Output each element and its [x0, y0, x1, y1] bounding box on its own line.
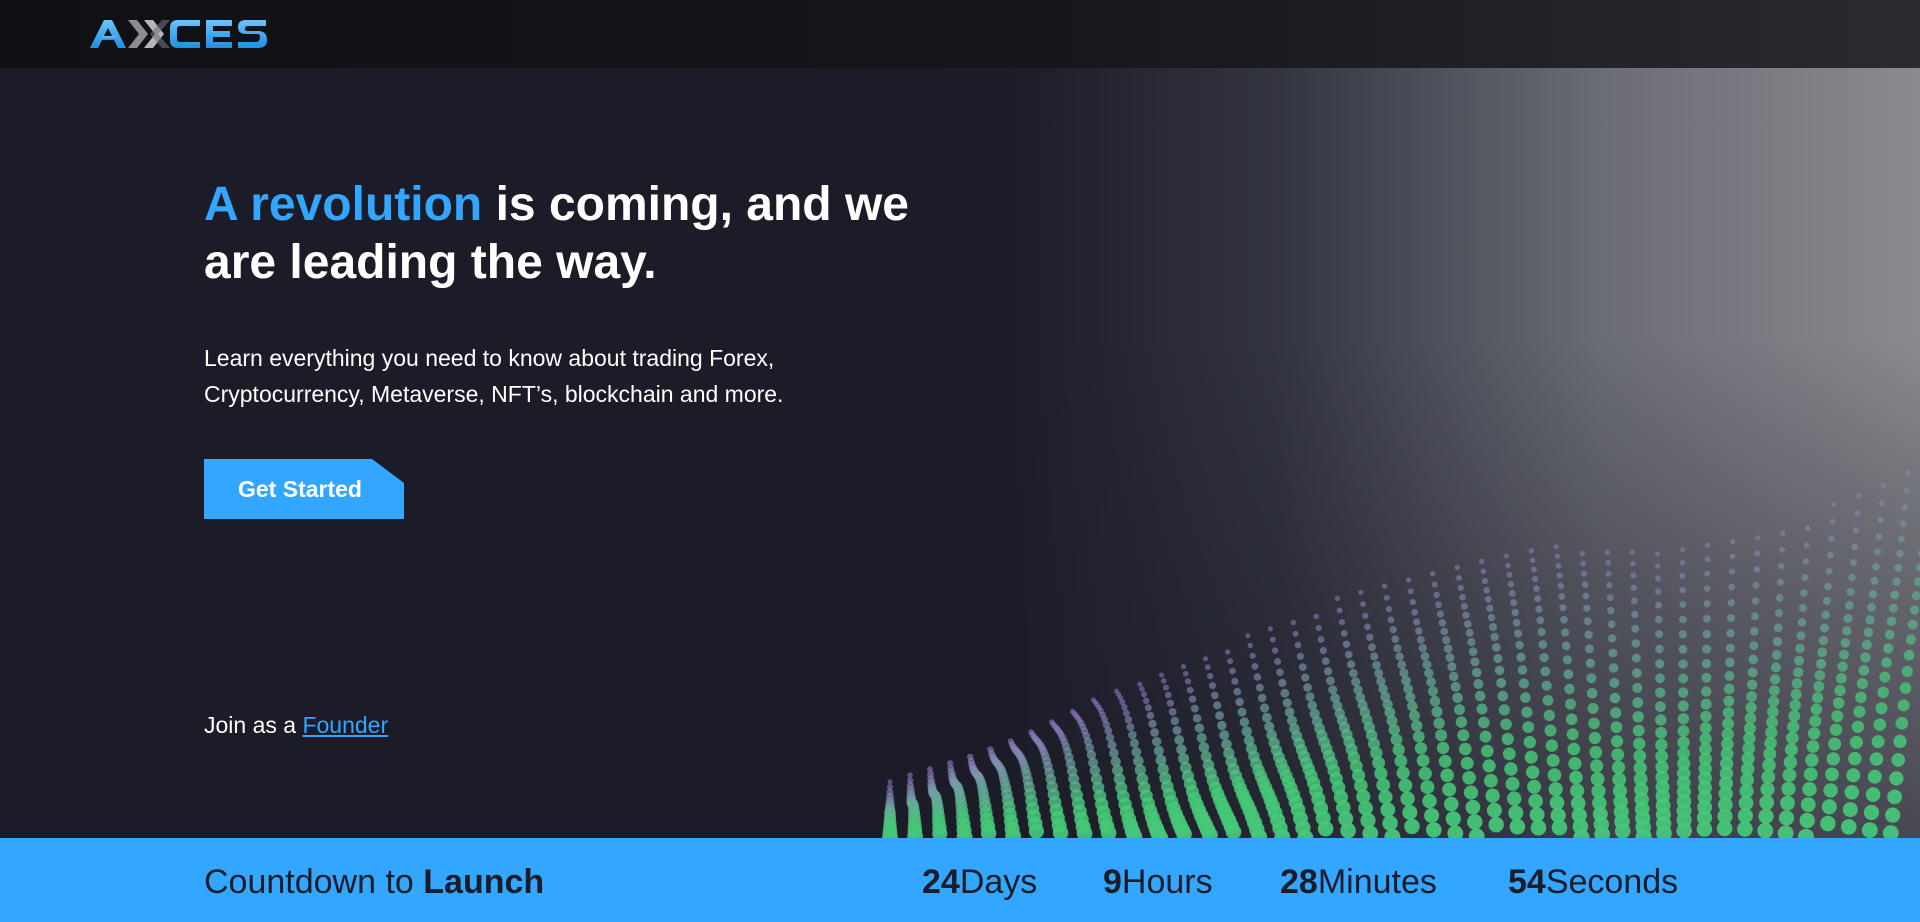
- hero-section: A revolution is coming, and we are leadi…: [0, 68, 1920, 838]
- countdown-days-value: 24: [922, 863, 960, 901]
- headline-line2: are leading the way.: [204, 236, 657, 289]
- countdown-label-bold: Launch: [423, 863, 545, 901]
- subtext-line2: Cryptocurrency, Metaverse, NFT’s, blockc…: [204, 381, 784, 407]
- countdown-bar: Countdown to Launch 24Days 9Hours 28Minu…: [0, 838, 1920, 922]
- countdown-label: Countdown to Launch: [204, 862, 544, 902]
- countdown-seconds-label: Seconds: [1545, 863, 1679, 901]
- join-prefix: Join as a: [204, 712, 303, 738]
- countdown-seconds-value: 54: [1508, 863, 1546, 901]
- logo-wordmark-icon: [90, 20, 267, 48]
- founder-link[interactable]: Founder: [302, 712, 388, 738]
- countdown-hours-label: Hours: [1121, 863, 1213, 901]
- brand-logo[interactable]: [90, 14, 294, 54]
- countdown-label-prefix: Countdown to: [204, 863, 424, 901]
- countdown-days: 24Days: [922, 862, 1037, 902]
- countdown-days-label: Days: [959, 863, 1038, 901]
- subtext-line1: Learn everything you need to know about …: [204, 345, 775, 371]
- headline-rest: is coming, and we: [482, 178, 909, 231]
- countdown-minutes-label: Minutes: [1317, 863, 1437, 901]
- countdown-minutes-value: 28: [1280, 863, 1318, 901]
- particle-wave-illustration: [882, 470, 1920, 838]
- top-navbar: [0, 0, 1920, 68]
- countdown-seconds: 54Seconds: [1508, 862, 1678, 902]
- join-founder-text: Join as a Founder: [204, 712, 388, 739]
- hero-headline: A revolution is coming, and we are leadi…: [204, 176, 964, 292]
- headline-accent: A revolution: [204, 178, 483, 231]
- countdown-minutes: 28Minutes: [1280, 862, 1437, 902]
- get-started-button[interactable]: Get Started: [204, 459, 404, 519]
- countdown-hours: 9Hours: [1103, 862, 1213, 902]
- hero-subtext: Learn everything you need to know about …: [204, 340, 904, 412]
- countdown-hours-value: 9: [1103, 863, 1122, 901]
